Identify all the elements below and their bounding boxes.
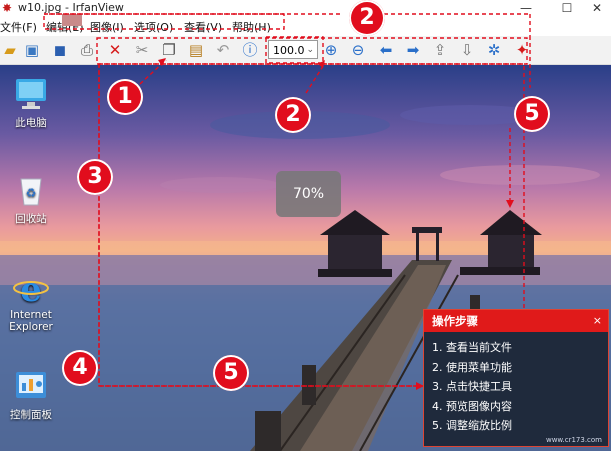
step-badge-5-bottom: 5 — [213, 355, 249, 391]
list-item: 4. 预览图像内容 — [432, 399, 512, 413]
steps-panel-header: 操作步骤 × — [424, 310, 608, 332]
steps-panel-title: 操作步骤 — [432, 314, 478, 328]
menu-highlight-box — [43, 13, 285, 30]
close-icon[interactable]: × — [593, 310, 602, 332]
zoom-highlight-box — [265, 36, 324, 64]
step-badge-4: 4 — [62, 350, 98, 386]
step-badge-3: 3 — [77, 159, 113, 195]
step-badge-2-top: 2 — [349, 0, 385, 36]
step-badge-2-mid: 2 — [275, 97, 311, 133]
irfanview-window: ✸ w10.jpg - IrfanView — ☐ ✕ 文件(F) 编辑(E) … — [0, 0, 611, 451]
step-badge-5-right: 5 — [514, 96, 550, 132]
steps-list: 1. 查看当前文件 2. 使用菜单功能 3. 点击快捷工具 4. 预览图像内容 … — [432, 338, 512, 436]
steps-panel: 操作步骤 × 1. 查看当前文件 2. 使用菜单功能 3. 点击快捷工具 4. … — [423, 309, 609, 447]
list-item: 5. 调整缩放比例 — [432, 419, 512, 432]
watermark: www.cr173.com — [545, 436, 602, 444]
list-item: 3. 点击快捷工具 — [432, 380, 512, 393]
step-badge-1: 1 — [107, 79, 143, 115]
list-item: 2. 使用菜单功能 — [432, 360, 512, 374]
list-item: 1. 查看当前文件 — [432, 341, 512, 354]
